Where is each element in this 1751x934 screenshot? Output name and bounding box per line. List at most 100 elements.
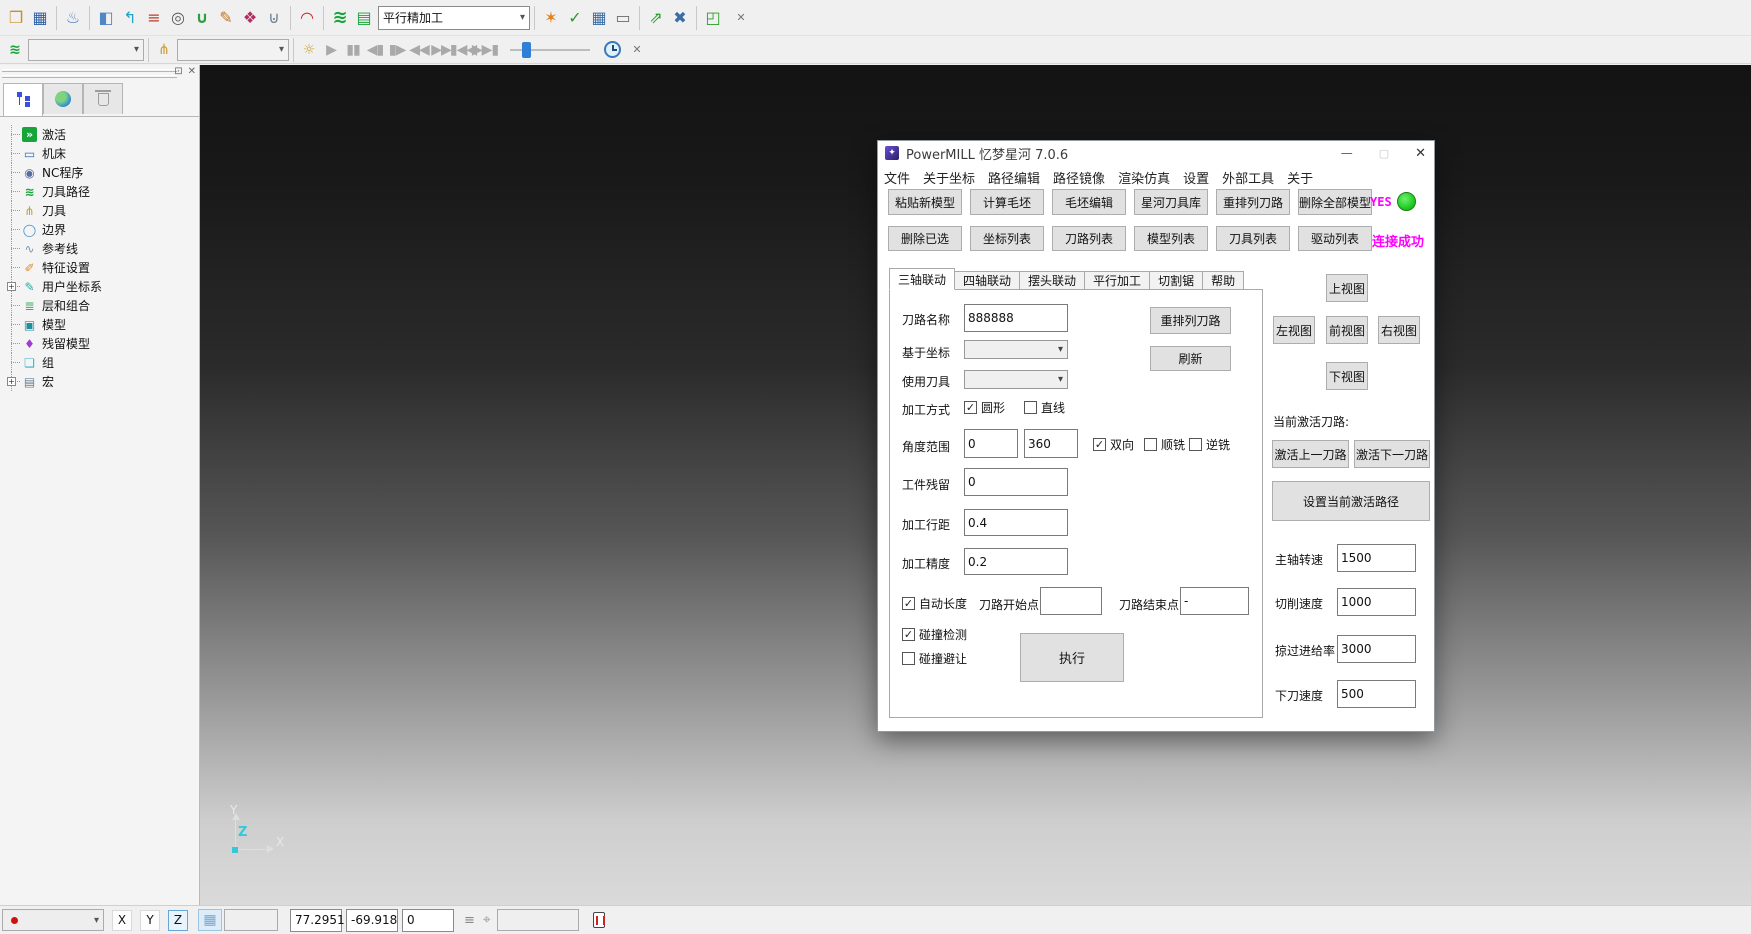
- delete-selected-button[interactable]: 删除已选: [888, 226, 962, 251]
- toolpath-bars-icon[interactable]: ≡: [142, 6, 166, 30]
- panel-float-icon[interactable]: ⊡: [174, 66, 182, 77]
- coord-list-button[interactable]: 坐标列表: [970, 226, 1044, 251]
- maximize-icon[interactable]: ▢: [1379, 147, 1389, 160]
- tree-item-stock-models[interactable]: ♦ 残留模型: [6, 334, 197, 353]
- menu-settings[interactable]: 设置: [1183, 168, 1209, 187]
- conventional-checkbox[interactable]: 逆铣: [1189, 436, 1230, 453]
- tab-recycle-bin[interactable]: [83, 83, 123, 114]
- auto-length-checkbox[interactable]: ✓ 自动长度: [902, 595, 967, 612]
- tool-star-icon[interactable]: ✶: [539, 6, 563, 30]
- circle-checkbox[interactable]: ✓ 圆形: [964, 399, 1005, 416]
- panel-close-icon[interactable]: ✕: [188, 66, 196, 77]
- end-point-input[interactable]: [1180, 587, 1249, 615]
- climb-checkbox[interactable]: 顺铣: [1144, 436, 1185, 453]
- fast-forward-icon[interactable]: ▶▶: [430, 39, 452, 61]
- close-icon[interactable]: ✕: [1415, 146, 1426, 161]
- panel-grip[interactable]: [2, 75, 177, 78]
- go-to-start-icon[interactable]: ▮◀◀: [452, 39, 474, 61]
- lightbulb-icon[interactable]: ☼: [298, 39, 320, 61]
- drive-list-button[interactable]: 驱动列表: [1298, 226, 1372, 251]
- sim-powermill-icon[interactable]: ≋: [4, 39, 26, 61]
- toolpath-name-input[interactable]: [964, 304, 1068, 332]
- view-front-button[interactable]: 前视图: [1326, 316, 1368, 344]
- dialog-titlebar[interactable]: ✦ PowerMILL 忆梦星河 7.0.6 — ▢ ✕: [878, 141, 1434, 165]
- rearrange-toolpaths-button-2[interactable]: 重排列刀路: [1150, 307, 1231, 334]
- tab-help[interactable]: 帮助: [1203, 271, 1244, 290]
- use-tool-select[interactable]: ▾: [964, 370, 1068, 389]
- tree-item-machine-tool[interactable]: ▭ 机床: [6, 144, 197, 163]
- collision-check-checkbox[interactable]: ✓ 碰撞检测: [902, 626, 967, 643]
- cutting-feed-input[interactable]: [1337, 588, 1416, 616]
- tree-item-models[interactable]: ▣ 模型: [6, 315, 197, 334]
- save-icon[interactable]: ▦: [28, 6, 52, 30]
- tree-item-workplanes[interactable]: + ✎ 用户坐标系: [6, 277, 197, 296]
- step-forward-icon[interactable]: ▮▶: [386, 39, 408, 61]
- teapot-icon[interactable]: ♨: [61, 6, 85, 30]
- toolbar-close-icon[interactable]: ✕: [733, 11, 749, 24]
- rapid-feed-input[interactable]: [1337, 635, 1416, 663]
- strategy-dropdown[interactable]: 平行精加工 ▾: [378, 6, 530, 30]
- menu-path-edit[interactable]: 路径编辑: [988, 168, 1040, 187]
- tree-item-activate[interactable]: » 激活: [6, 125, 197, 144]
- menu-file[interactable]: 文件: [884, 168, 910, 187]
- status-empty-field[interactable]: [497, 909, 579, 931]
- refresh-button[interactable]: 刷新: [1150, 346, 1231, 371]
- expand-icon[interactable]: +: [7, 377, 16, 386]
- angle-from-input[interactable]: [964, 429, 1018, 458]
- points-icon[interactable]: ❖: [238, 6, 262, 30]
- activate-next-toolpath-button[interactable]: 激活下一刀路: [1354, 440, 1430, 468]
- step-back-icon[interactable]: ◀▮: [364, 39, 386, 61]
- tree-item-groups[interactable]: ❏ 组: [6, 353, 197, 372]
- tool-list-button[interactable]: 刀具列表: [1216, 226, 1290, 251]
- angle-to-input[interactable]: [1024, 429, 1078, 458]
- leads-links-icon[interactable]: ◠: [295, 6, 319, 30]
- ball-tool-icon[interactable]: ◎: [166, 6, 190, 30]
- sim-speed-slider[interactable]: [510, 39, 590, 61]
- tab-swivel-head[interactable]: 摆头联动: [1020, 271, 1085, 290]
- collision-avoid-checkbox[interactable]: 碰撞避让: [902, 650, 967, 667]
- slider-handle[interactable]: [522, 42, 531, 58]
- sim-toolpath-dropdown[interactable]: ▾: [28, 39, 144, 61]
- tree-item-levels-and-sets[interactable]: ≣ 层和组合: [6, 296, 197, 315]
- grid-toggle-button[interactable]: ▦: [198, 909, 222, 931]
- axis-z-button[interactable]: Z: [168, 910, 188, 931]
- play-icon[interactable]: ▶: [320, 39, 342, 61]
- pause-icon[interactable]: ▮▮: [342, 39, 364, 61]
- clock-icon[interactable]: [604, 41, 621, 58]
- axis-y-button[interactable]: Y: [140, 910, 160, 931]
- tree-item-toolpaths[interactable]: ≋ 刀具路径: [6, 182, 197, 201]
- bidirectional-checkbox[interactable]: ✓ 双向: [1093, 436, 1134, 453]
- tree-item-patterns[interactable]: ∿ 参考线: [6, 239, 197, 258]
- stock-remain-input[interactable]: [964, 468, 1068, 496]
- menu-coords[interactable]: 关于坐标: [923, 168, 975, 187]
- sim-tool-dropdown[interactable]: ▾: [177, 39, 289, 61]
- paste-new-model-button[interactable]: 粘贴新模型: [888, 189, 962, 215]
- activate-prev-toolpath-button[interactable]: 激活上一刀路: [1272, 440, 1349, 468]
- panel-grip[interactable]: [2, 69, 177, 72]
- tree-item-feature-sets[interactable]: ✐ 特征设置: [6, 258, 197, 277]
- view-left-button[interactable]: 左视图: [1273, 316, 1315, 344]
- set-active-path-button[interactable]: 设置当前激活路径: [1272, 481, 1430, 521]
- calculator-icon[interactable]: ▦: [587, 6, 611, 30]
- open-file-icon[interactable]: ❒: [4, 6, 28, 30]
- expand-icon[interactable]: +: [7, 282, 16, 291]
- toolholder-icon[interactable]: ⊍: [262, 6, 286, 30]
- strategy-list-icon[interactable]: ▤: [352, 6, 376, 30]
- status-empty-field[interactable]: [224, 909, 278, 931]
- view-bottom-button[interactable]: 下视图: [1326, 362, 1368, 390]
- sketch-icon[interactable]: ✎: [214, 6, 238, 30]
- models-icon[interactable]: ◰: [701, 6, 725, 30]
- go-to-end-icon[interactable]: ▶▶▮: [474, 39, 496, 61]
- cut-tool-icon[interactable]: ✖: [668, 6, 692, 30]
- base-coord-select[interactable]: ▾: [964, 340, 1068, 359]
- rewind-icon[interactable]: ◀◀: [408, 39, 430, 61]
- model-list-button[interactable]: 模型列表: [1134, 226, 1208, 251]
- line-checkbox[interactable]: 直线: [1024, 399, 1065, 416]
- status-dropdown[interactable]: ▾: [2, 909, 104, 931]
- copy-tool-icon[interactable]: ⇗: [644, 6, 668, 30]
- tool-library-button[interactable]: 星河刀具库: [1134, 189, 1208, 215]
- axis-x-button[interactable]: X: [112, 910, 132, 931]
- tab-explorer-tree[interactable]: [3, 83, 43, 116]
- start-point-input[interactable]: [1040, 587, 1102, 615]
- device-icon[interactable]: [593, 912, 605, 928]
